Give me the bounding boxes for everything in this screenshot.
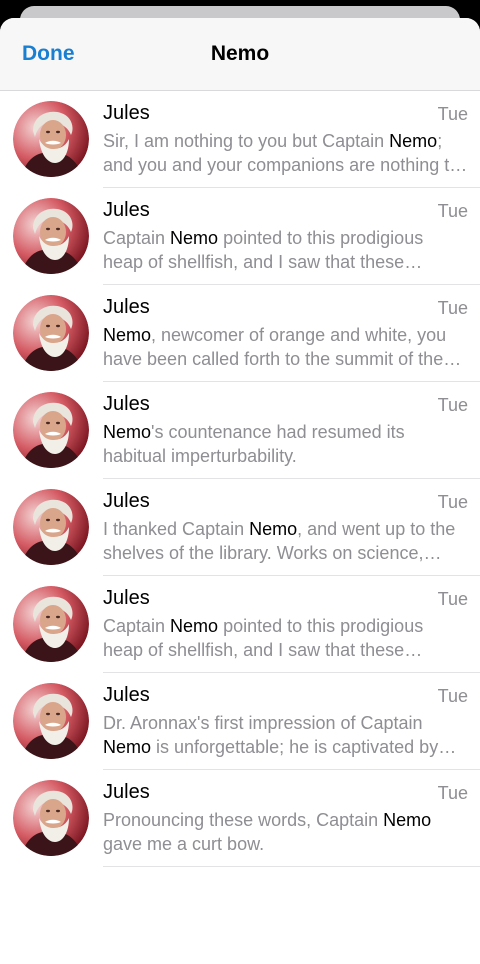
message-row[interactable]: Jules Tue Captain Nemo pointed to this p… [0, 576, 480, 673]
avatar [13, 101, 89, 177]
message-row[interactable]: Jules Tue Captain Nemo pointed to this p… [0, 188, 480, 285]
portrait-icon [13, 198, 89, 274]
snippet-text: Sir, I am nothing to you but Captain [103, 131, 390, 151]
message-row[interactable]: Jules Tue Dr. Aronnax's first impression… [0, 673, 480, 770]
message-row[interactable]: Jules Tue Sir, I am nothing to you but C… [0, 91, 480, 188]
sender-name: Jules [103, 684, 150, 706]
message-snippet: Pronouncing these words, Captain Nemo ga… [103, 808, 468, 856]
message-content: Jules Tue Dr. Aronnax's first impression… [103, 673, 480, 770]
message-content: Jules Tue Nemo's countenance had resumed… [103, 382, 480, 479]
avatar [13, 586, 89, 662]
search-match: Nemo [170, 228, 219, 248]
snippet-text: Pronouncing these words, Captain [103, 810, 384, 830]
portrait-icon [13, 780, 89, 856]
portrait-icon [13, 683, 89, 759]
message-row[interactable]: Jules Tue I thanked Captain Nemo, and we… [0, 479, 480, 576]
avatar [13, 392, 89, 468]
message-content: Jules Tue Sir, I am nothing to you but C… [103, 91, 480, 188]
navigation-bar: Done Nemo [0, 18, 480, 91]
message-content: Jules Tue Nemo, newcomer of orange and w… [103, 285, 480, 382]
search-match: Nemo [383, 810, 432, 830]
avatar [13, 489, 89, 565]
message-time: Tue [437, 492, 468, 512]
message-time: Tue [437, 395, 468, 415]
sender-name: Jules [103, 781, 150, 803]
sender-name: Jules [103, 490, 150, 512]
message-content: Jules Tue Captain Nemo pointed to this p… [103, 576, 480, 673]
message-snippet: Sir, I am nothing to you but Captain Nem… [103, 129, 468, 177]
portrait-icon [13, 489, 89, 565]
message-search-sheet: Done Nemo Jules Tue Sir, I am nothing to… [0, 18, 480, 964]
message-snippet: I thanked Captain Nemo, and went up to t… [103, 517, 468, 565]
message-snippet: Captain Nemo pointed to this prodigious … [103, 226, 468, 274]
portrait-icon [13, 586, 89, 662]
search-match: Nemo [389, 131, 438, 151]
message-row[interactable]: Jules Tue Pronouncing these words, Capta… [0, 770, 480, 867]
message-time: Tue [437, 298, 468, 318]
avatar [13, 683, 89, 759]
message-time: Tue [437, 686, 468, 706]
message-snippet: Nemo, newcomer of orange and white, you … [103, 323, 468, 371]
message-content: Jules Tue I thanked Captain Nemo, and we… [103, 479, 480, 576]
message-row[interactable]: Jules Tue Nemo's countenance had resumed… [0, 382, 480, 479]
sender-name: Jules [103, 102, 150, 124]
avatar [13, 295, 89, 371]
message-time: Tue [437, 783, 468, 803]
portrait-icon [13, 295, 89, 371]
message-time: Tue [437, 104, 468, 124]
avatar [13, 198, 89, 274]
search-match: Nemo [103, 422, 152, 442]
snippet-text: Dr. Aronnax's first impression of Captai… [103, 713, 423, 733]
message-snippet: Nemo's countenance had resumed its habit… [103, 420, 468, 468]
message-snippet: Dr. Aronnax's first impression of Captai… [103, 711, 468, 759]
sender-name: Jules [103, 393, 150, 415]
sender-name: Jules [103, 296, 150, 318]
sender-name: Jules [103, 587, 150, 609]
message-content: Jules Tue Captain Nemo pointed to this p… [103, 188, 480, 285]
portrait-icon [13, 392, 89, 468]
avatar [13, 780, 89, 856]
message-content: Jules Tue Pronouncing these words, Capta… [103, 770, 480, 867]
search-match: Nemo [170, 616, 219, 636]
message-list: Jules Tue Sir, I am nothing to you but C… [0, 91, 480, 867]
portrait-icon [13, 101, 89, 177]
message-time: Tue [437, 589, 468, 609]
message-time: Tue [437, 201, 468, 221]
sender-name: Jules [103, 199, 150, 221]
search-match: Nemo [103, 737, 152, 757]
snippet-text: Captain [103, 228, 171, 248]
search-match: Nemo [103, 325, 152, 345]
snippet-text: gave me a curt bow. [103, 834, 265, 854]
search-match: Nemo [249, 519, 298, 539]
snippet-text: I thanked Captain [103, 519, 250, 539]
page-title: Nemo [210, 42, 270, 65]
message-row[interactable]: Jules Tue Nemo, newcomer of orange and w… [0, 285, 480, 382]
snippet-text: Captain [103, 616, 171, 636]
snippet-text: is unforgettable; he is captivated by th… [156, 737, 439, 757]
snippet-text: , newcomer of orange and white, you have… [103, 325, 447, 369]
message-snippet: Captain Nemo pointed to this prodigious … [103, 614, 468, 662]
